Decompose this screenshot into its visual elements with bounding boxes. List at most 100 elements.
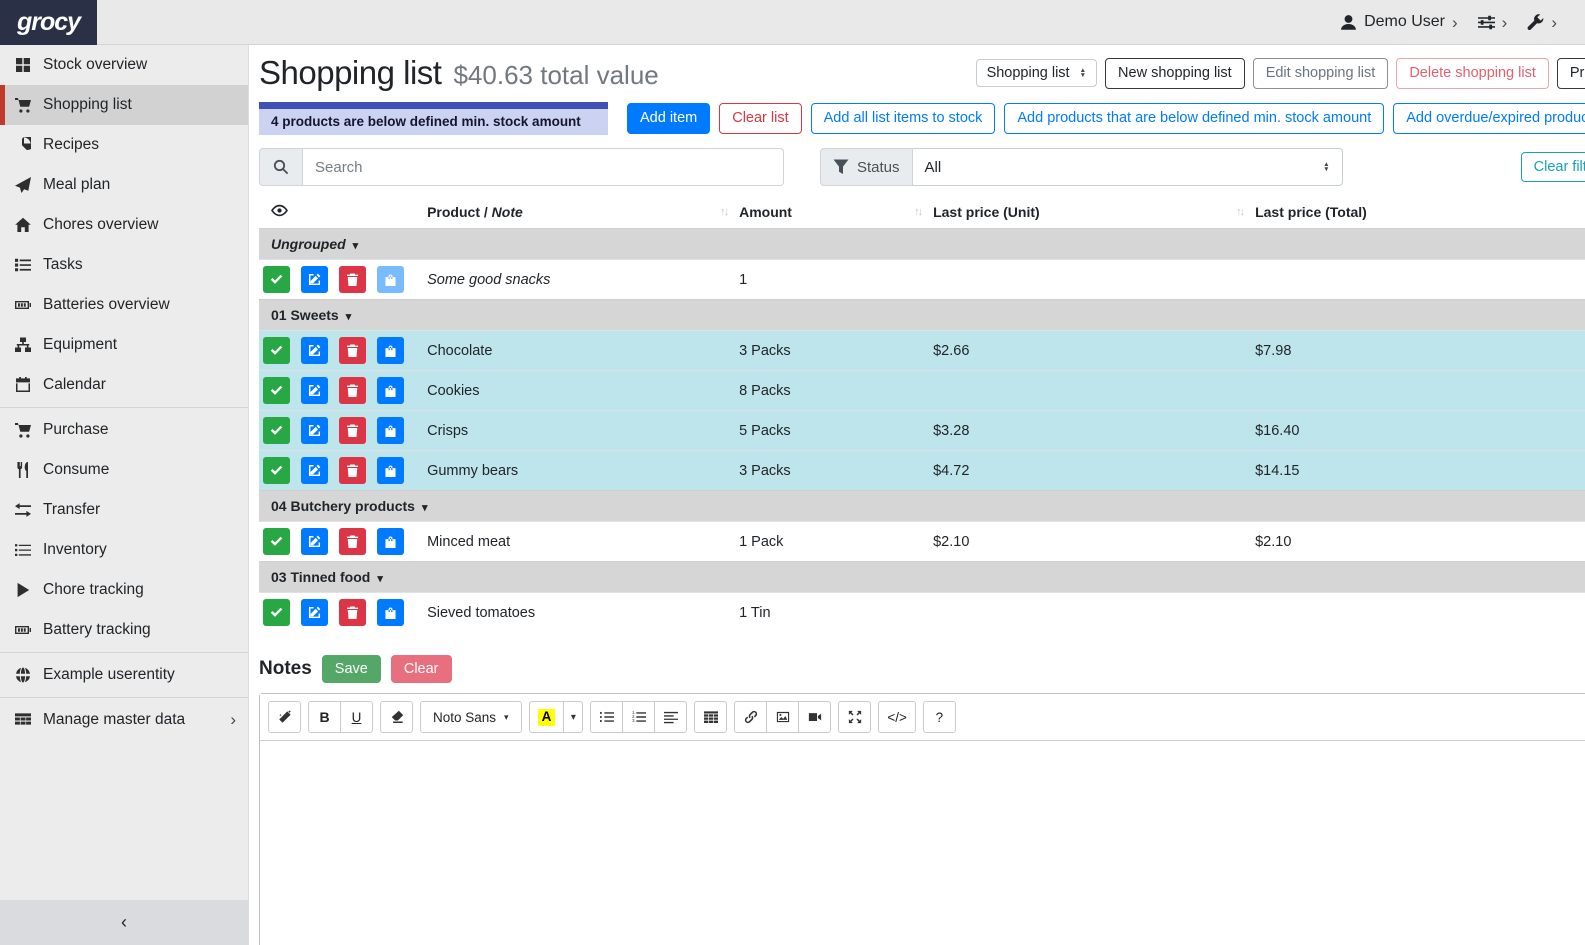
product-card-button[interactable] bbox=[377, 337, 404, 364]
delete-item-button[interactable] bbox=[339, 337, 366, 364]
last-price-unit-cell: $2.10 bbox=[925, 522, 1247, 562]
product-card-button[interactable] bbox=[377, 377, 404, 404]
col-amount[interactable]: Amount↑↓ bbox=[731, 198, 925, 229]
col-product-note[interactable]: Product / Note ↑↓ bbox=[419, 198, 731, 229]
edit-item-button[interactable] bbox=[301, 599, 328, 626]
insert-table-button[interactable] bbox=[694, 701, 727, 733]
delete-item-button[interactable] bbox=[339, 599, 366, 626]
product-card-button[interactable] bbox=[377, 266, 404, 293]
unordered-list-button[interactable] bbox=[590, 701, 623, 733]
sidebar-item-consume[interactable]: Consume bbox=[0, 450, 248, 490]
trash-icon bbox=[346, 273, 359, 286]
clear-notes-button[interactable]: Clear bbox=[391, 655, 452, 684]
edit-item-button[interactable] bbox=[301, 457, 328, 484]
paragraph-align-button[interactable] bbox=[654, 701, 687, 733]
add-overdue-button[interactable]: Add overdue/expired products bbox=[1393, 103, 1585, 134]
notes-editor-area[interactable] bbox=[260, 741, 1585, 945]
magic-style-button[interactable] bbox=[268, 701, 301, 733]
toggle-done-visibility-icon[interactable] bbox=[271, 202, 288, 219]
sidebar-item-battery-tracking[interactable]: Battery tracking bbox=[0, 610, 248, 650]
add-below-min-stock-button[interactable]: Add products that are below defined min.… bbox=[1004, 103, 1384, 134]
fullscreen-button[interactable] bbox=[838, 701, 871, 733]
sidebar-item-chore-tracking[interactable]: Chore tracking bbox=[0, 570, 248, 610]
edit-item-button[interactable] bbox=[301, 337, 328, 364]
product-card-button[interactable] bbox=[377, 417, 404, 444]
eraser-button[interactable] bbox=[380, 701, 413, 733]
delete-item-button[interactable] bbox=[339, 417, 366, 444]
underline-button[interactable]: U bbox=[340, 701, 373, 733]
text-color-button[interactable]: A bbox=[529, 701, 565, 733]
done-button[interactable] bbox=[263, 457, 290, 484]
edit-item-button[interactable] bbox=[301, 417, 328, 444]
group-header-row[interactable]: 04 Butchery products▾ bbox=[259, 491, 1585, 522]
clear-list-button[interactable]: Clear list bbox=[719, 103, 801, 134]
group-header-row[interactable]: 01 Sweets▾ bbox=[259, 300, 1585, 331]
sidebar-item-chores-overview[interactable]: Chores overview bbox=[0, 205, 248, 245]
sidebar-item-equipment[interactable]: Equipment bbox=[0, 325, 248, 365]
sidebar-item-recipes[interactable]: Recipes bbox=[0, 125, 248, 165]
done-button[interactable] bbox=[263, 377, 290, 404]
status-select[interactable]: All ▲▼ bbox=[913, 148, 1343, 186]
ordered-list-button[interactable]: 1.2.3. bbox=[622, 701, 655, 733]
min-stock-notice[interactable]: 4 products are below defined min. stock … bbox=[259, 102, 608, 135]
sidebar-item-example-userentity[interactable]: Example userentity bbox=[0, 655, 248, 695]
insert-link-button[interactable] bbox=[734, 701, 767, 733]
chevron-right-icon: › bbox=[1551, 14, 1557, 31]
sidebar-item-stock-overview[interactable]: Stock overview bbox=[0, 45, 248, 85]
done-button[interactable] bbox=[263, 599, 290, 626]
done-button[interactable] bbox=[263, 266, 290, 293]
shopping-list-select[interactable]: Shopping list ▲▼ bbox=[976, 59, 1097, 87]
insert-picture-button[interactable] bbox=[766, 701, 799, 733]
add-item-button[interactable]: Add item bbox=[627, 103, 710, 134]
sidebar-item-transfer[interactable]: Transfer bbox=[0, 490, 248, 530]
sidebar-item-label: Tasks bbox=[43, 256, 83, 274]
edit-item-button[interactable] bbox=[301, 528, 328, 555]
sidebar-item-calendar[interactable]: Calendar bbox=[0, 365, 248, 405]
search-input[interactable] bbox=[303, 148, 784, 186]
group-header-row[interactable]: 03 Tinned food▾ bbox=[259, 562, 1585, 593]
col-last-price-total[interactable]: Last price (Total)↑↓ bbox=[1247, 198, 1585, 229]
product-card-button[interactable] bbox=[377, 599, 404, 626]
sidebar-item-purchase[interactable]: Purchase bbox=[0, 410, 248, 450]
new-shopping-list-button[interactable]: New shopping list bbox=[1105, 58, 1245, 89]
sidebar-item-shopping-list[interactable]: Shopping list bbox=[0, 85, 248, 125]
edit-shopping-list-button[interactable]: Edit shopping list bbox=[1253, 58, 1389, 89]
font-family-dropdown[interactable]: Noto Sans▾ bbox=[420, 701, 522, 733]
product-card-button[interactable] bbox=[377, 457, 404, 484]
delete-item-button[interactable] bbox=[339, 457, 366, 484]
insert-video-button[interactable] bbox=[798, 701, 831, 733]
help-button[interactable]: ? bbox=[923, 701, 956, 733]
edit-item-button[interactable] bbox=[301, 377, 328, 404]
bold-button[interactable]: B bbox=[308, 701, 341, 733]
print-button[interactable]: Print bbox=[1557, 58, 1585, 89]
sidebar-item-batteries-overview[interactable]: Batteries overview bbox=[0, 285, 248, 325]
shopping-table-body: Ungrouped▾ Some good snacks 1 01 Sweets▾… bbox=[259, 229, 1585, 633]
group-header-row[interactable]: Ungrouped▾ bbox=[259, 229, 1585, 260]
sidebar-item-meal-plan[interactable]: Meal plan bbox=[0, 165, 248, 205]
sidebar-collapse-button[interactable]: ‹ bbox=[0, 900, 248, 945]
admin-menu[interactable]: › bbox=[1527, 14, 1557, 31]
app-logo[interactable]: grocy bbox=[0, 0, 97, 45]
done-button[interactable] bbox=[263, 337, 290, 364]
done-button[interactable] bbox=[263, 417, 290, 444]
delete-item-button[interactable] bbox=[339, 377, 366, 404]
sidebar-item-tasks[interactable]: Tasks bbox=[0, 245, 248, 285]
user-menu[interactable]: Demo User › bbox=[1340, 13, 1458, 31]
add-all-to-stock-button[interactable]: Add all list items to stock bbox=[811, 103, 996, 134]
col-last-price-unit[interactable]: Last price (Unit)↑↓ bbox=[925, 198, 1247, 229]
delete-item-button[interactable] bbox=[339, 528, 366, 555]
save-notes-button[interactable]: Save bbox=[322, 655, 381, 684]
delete-item-button[interactable] bbox=[339, 266, 366, 293]
text-color-caret[interactable]: ▾ bbox=[563, 701, 583, 733]
product-card-button[interactable] bbox=[377, 528, 404, 555]
amount-cell: 1 Pack bbox=[731, 522, 925, 562]
battery-icon bbox=[13, 297, 32, 313]
edit-item-button[interactable] bbox=[301, 266, 328, 293]
sidebar-item-manage-master-data[interactable]: Manage master data› bbox=[0, 700, 248, 740]
code-view-button[interactable]: </> bbox=[878, 701, 916, 733]
settings-menu[interactable]: › bbox=[1478, 14, 1508, 31]
done-button[interactable] bbox=[263, 528, 290, 555]
clear-filter-button[interactable]: Clear filter bbox=[1521, 152, 1585, 183]
sidebar-item-inventory[interactable]: Inventory bbox=[0, 530, 248, 570]
delete-shopping-list-button[interactable]: Delete shopping list bbox=[1396, 58, 1549, 89]
